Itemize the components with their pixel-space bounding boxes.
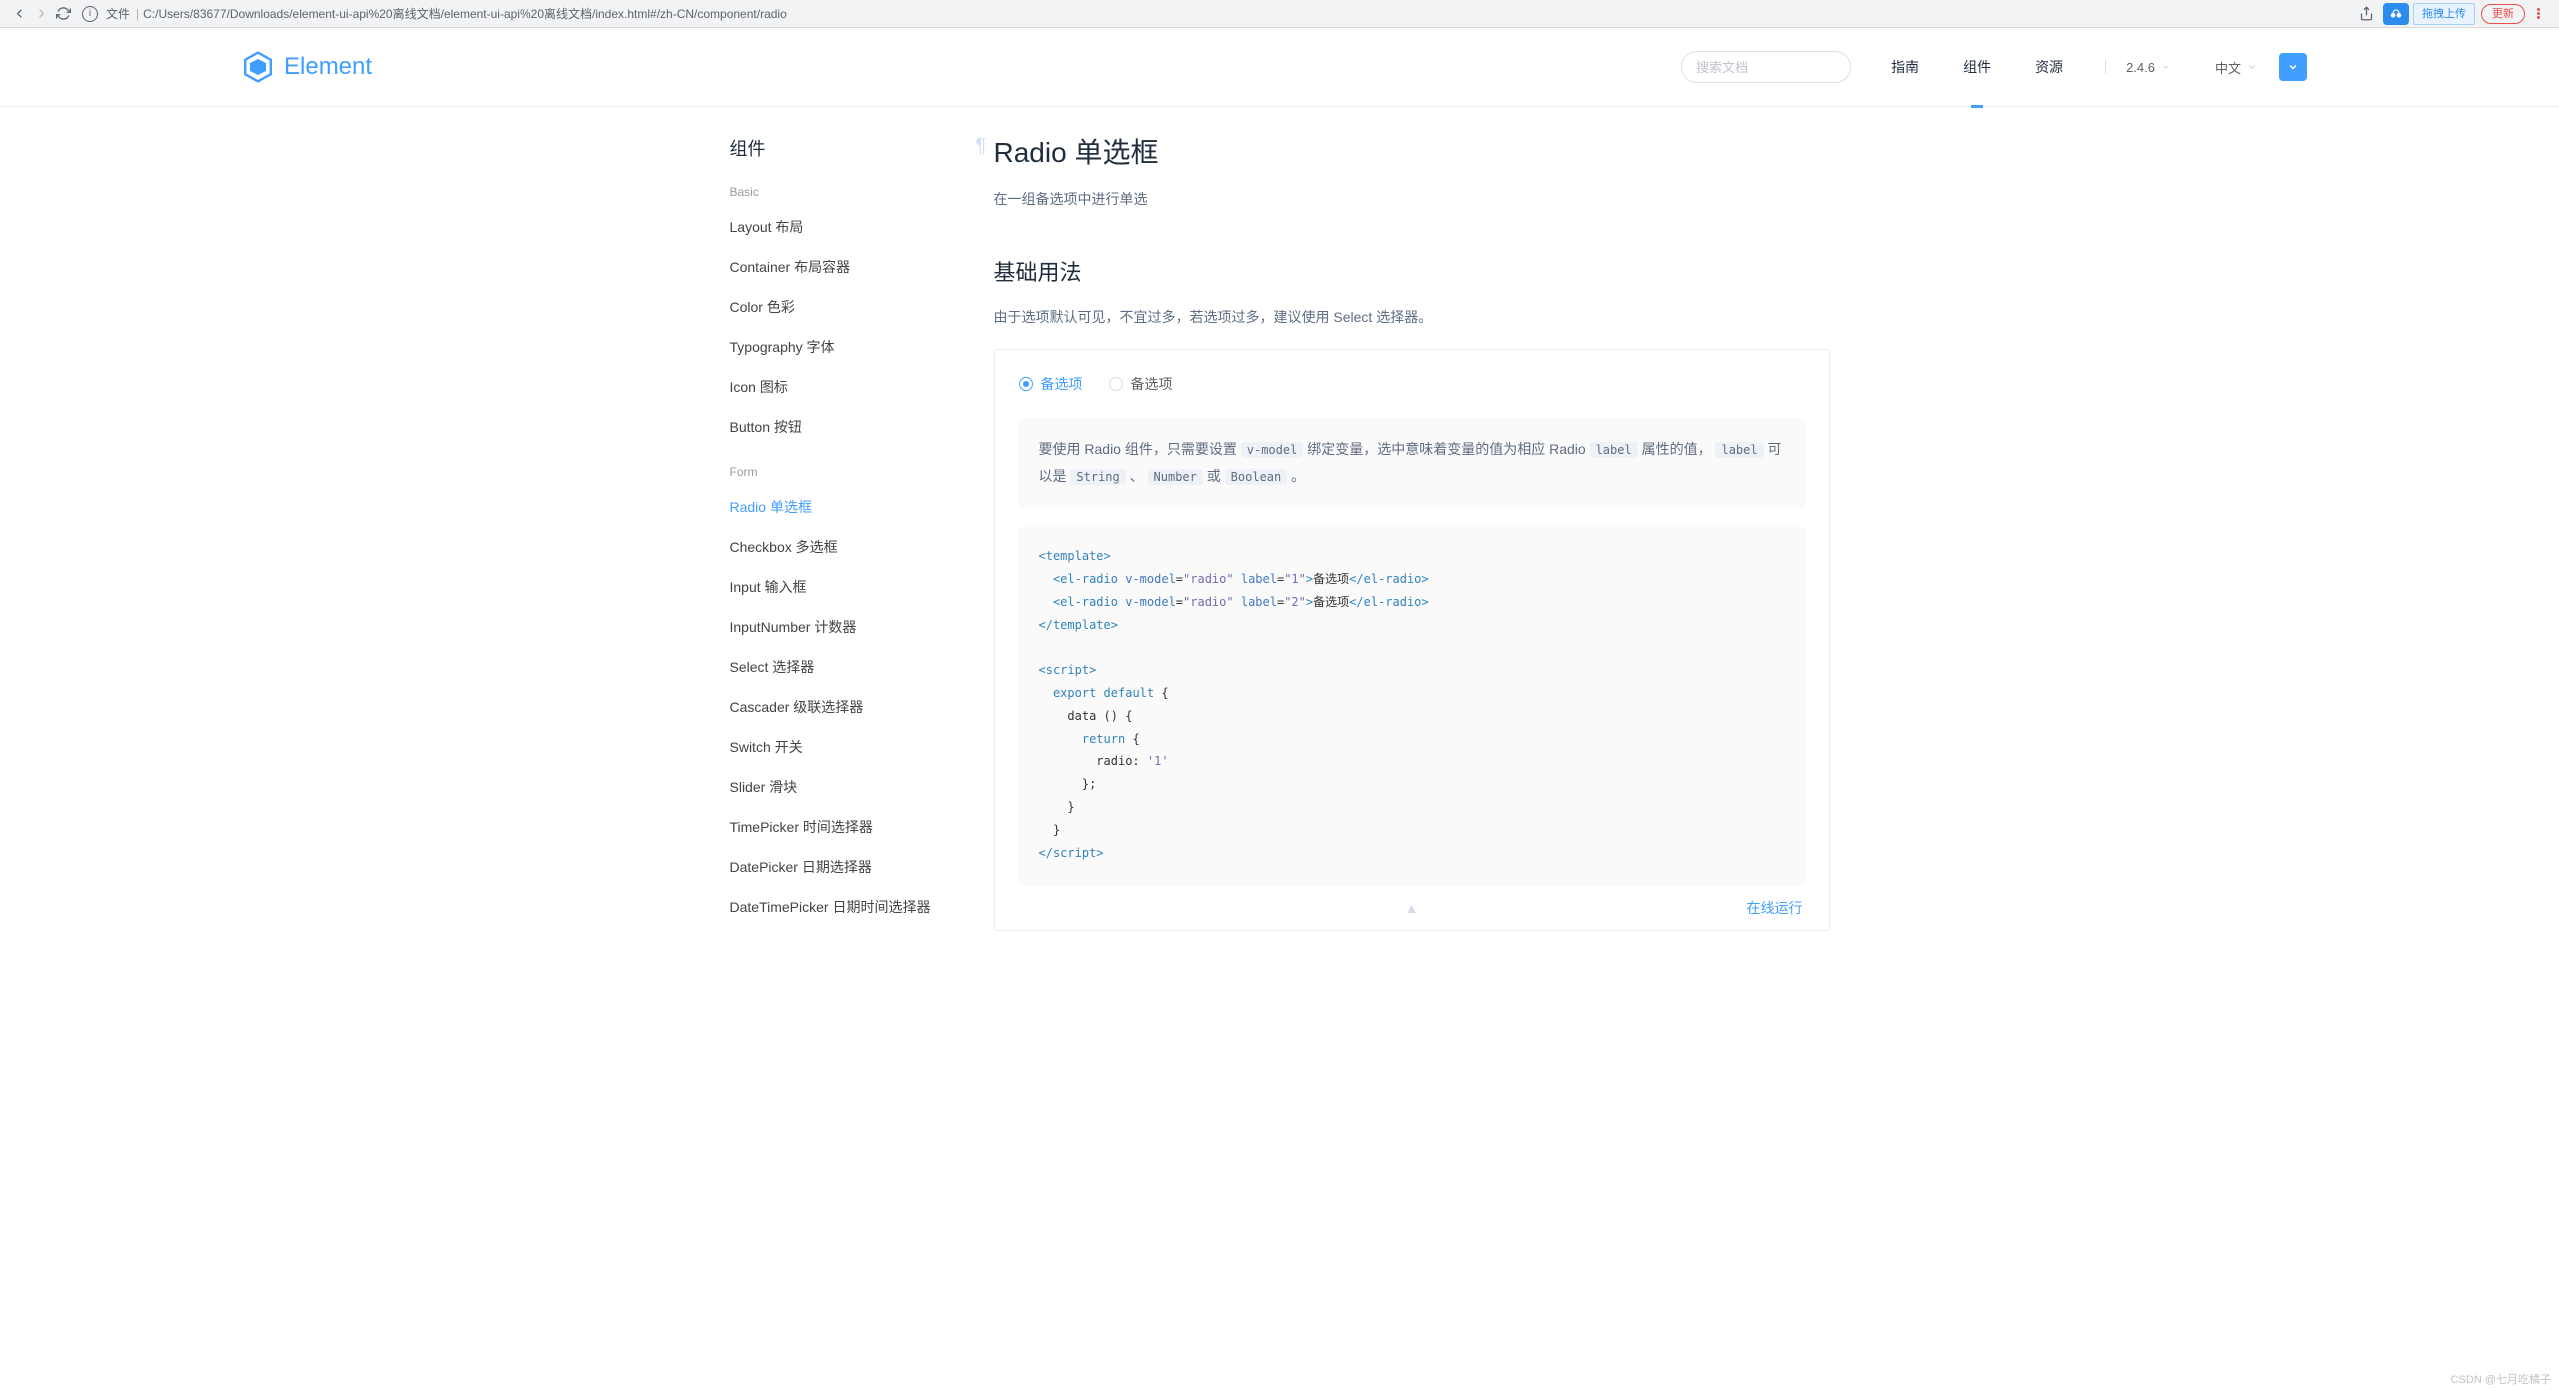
- sidebar-item-select[interactable]: Select 选择器: [730, 647, 962, 687]
- sidebar-title: 组件: [730, 135, 962, 161]
- sidebar-item-datepicker[interactable]: DatePicker 日期选择器: [730, 847, 962, 887]
- extension-icon[interactable]: [2383, 3, 2409, 25]
- section-title: 基础用法: [994, 255, 1830, 287]
- pilcrow-icon: ¶: [976, 135, 987, 158]
- radio-label: 备选项: [1041, 374, 1083, 394]
- logo[interactable]: Element: [242, 51, 372, 83]
- browser-toolbar: i 文件 | C:/Users/83677/Downloads/element-…: [0, 0, 2559, 28]
- code-tag: label: [1715, 442, 1763, 458]
- version-selector[interactable]: 2.4.6: [2126, 60, 2171, 75]
- demo-description: 要使用 Radio 组件，只需要设置 v-model 绑定变量，选中意味着变量的…: [1019, 418, 1805, 507]
- main-content: ¶Radio 单选框 在一组备选项中进行单选 基础用法 由于选项默认可见，不宜过…: [962, 107, 1830, 971]
- sidebar-item-container[interactable]: Container 布局容器: [730, 247, 962, 287]
- share-icon[interactable]: [2355, 3, 2377, 25]
- sidebar-group-basic: Basic: [730, 185, 962, 199]
- sidebar-group-form: Form: [730, 465, 962, 479]
- chevron-down-icon: [2161, 62, 2171, 72]
- watermark: CSDN @七月吃橘子: [2451, 1371, 2551, 1387]
- demo-footer: ▲ 在线运行: [995, 886, 1829, 930]
- drag-upload-button[interactable]: 拖拽上传: [2413, 3, 2475, 25]
- caret-up-icon[interactable]: ▲: [1405, 900, 1419, 916]
- radio-dot-icon: [1019, 377, 1033, 391]
- radio-label: 备选项: [1131, 374, 1173, 394]
- code-tag: label: [1590, 442, 1638, 458]
- sidebar-item-inputnumber[interactable]: InputNumber 计数器: [730, 607, 962, 647]
- forward-button[interactable]: [30, 3, 52, 25]
- radio-dot-icon: [1109, 377, 1123, 391]
- radio-option-2[interactable]: 备选项: [1109, 374, 1173, 394]
- sidebar-item-switch[interactable]: Switch 开关: [730, 727, 962, 767]
- url-scheme: 文件: [106, 5, 130, 22]
- primary-nav: 指南 组件 资源 2.4.6 中文: [1869, 28, 2527, 107]
- language-selector[interactable]: 中文: [2215, 58, 2257, 77]
- update-button[interactable]: 更新: [2481, 4, 2525, 24]
- sidebar-item-icon[interactable]: Icon 图标: [730, 367, 962, 407]
- radio-option-1[interactable]: 备选项: [1019, 374, 1083, 394]
- sidebar-item-cascader[interactable]: Cascader 级联选择器: [730, 687, 962, 727]
- section-desc: 由于选项默认可见，不宜过多，若选项过多，建议使用 Select 选择器。: [994, 307, 1830, 327]
- code-tag: v-model: [1241, 442, 1304, 458]
- nav-component[interactable]: 组件: [1941, 28, 2013, 107]
- url-bar[interactable]: i 文件 | C:/Users/83677/Downloads/element-…: [82, 5, 2355, 22]
- page-desc: 在一组备选项中进行单选: [994, 189, 1830, 209]
- code-block: <template> <el-radio v-model="radio" lab…: [1019, 527, 1805, 886]
- url-text: C:/Users/83677/Downloads/element-ui-api%…: [143, 5, 787, 22]
- demo-block: 备选项 备选项 要使用 Radio 组件，只需要设置 v-model 绑定变量，…: [994, 349, 1830, 931]
- sidebar-item-button[interactable]: Button 按钮: [730, 407, 962, 447]
- sidebar-item-typography[interactable]: Typography 字体: [730, 327, 962, 367]
- sidebar-item-slider[interactable]: Slider 滑块: [730, 767, 962, 807]
- logo-text: Element: [284, 53, 372, 81]
- back-button[interactable]: [8, 3, 30, 25]
- sidebar-item-checkbox[interactable]: Checkbox 多选框: [730, 527, 962, 567]
- demo-preview: 备选项 备选项: [995, 350, 1829, 418]
- reload-button[interactable]: [52, 3, 74, 25]
- chrome-menu-icon[interactable]: [2531, 8, 2545, 19]
- run-online-link[interactable]: 在线运行: [1747, 898, 1803, 918]
- sidebar-item-layout[interactable]: Layout 布局: [730, 207, 962, 247]
- theme-button[interactable]: [2279, 53, 2307, 81]
- chevron-down-icon: [2247, 62, 2257, 72]
- search-input[interactable]: [1681, 51, 1851, 83]
- sidebar-item-input[interactable]: Input 输入框: [730, 567, 962, 607]
- logo-icon: [242, 51, 274, 83]
- code-tag: String: [1070, 469, 1125, 485]
- sidebar: 组件 Basic Layout 布局 Container 布局容器 Color …: [730, 107, 962, 971]
- nav-guide[interactable]: 指南: [1869, 28, 1941, 107]
- page-title: ¶Radio 单选框: [994, 131, 1830, 171]
- site-header: Element 指南 组件 资源 2.4.6 中文: [0, 28, 2559, 107]
- sidebar-item-color[interactable]: Color 色彩: [730, 287, 962, 327]
- code-tag: Number: [1148, 469, 1203, 485]
- sidebar-item-radio[interactable]: Radio 单选框: [730, 487, 962, 527]
- code-tag: Boolean: [1225, 469, 1288, 485]
- nav-resource[interactable]: 资源: [2013, 28, 2085, 107]
- chevron-down-icon: [2287, 61, 2299, 73]
- info-icon: i: [82, 6, 98, 22]
- sidebar-item-datetimepicker[interactable]: DateTimePicker 日期时间选择器: [730, 887, 962, 927]
- sidebar-item-timepicker[interactable]: TimePicker 时间选择器: [730, 807, 962, 847]
